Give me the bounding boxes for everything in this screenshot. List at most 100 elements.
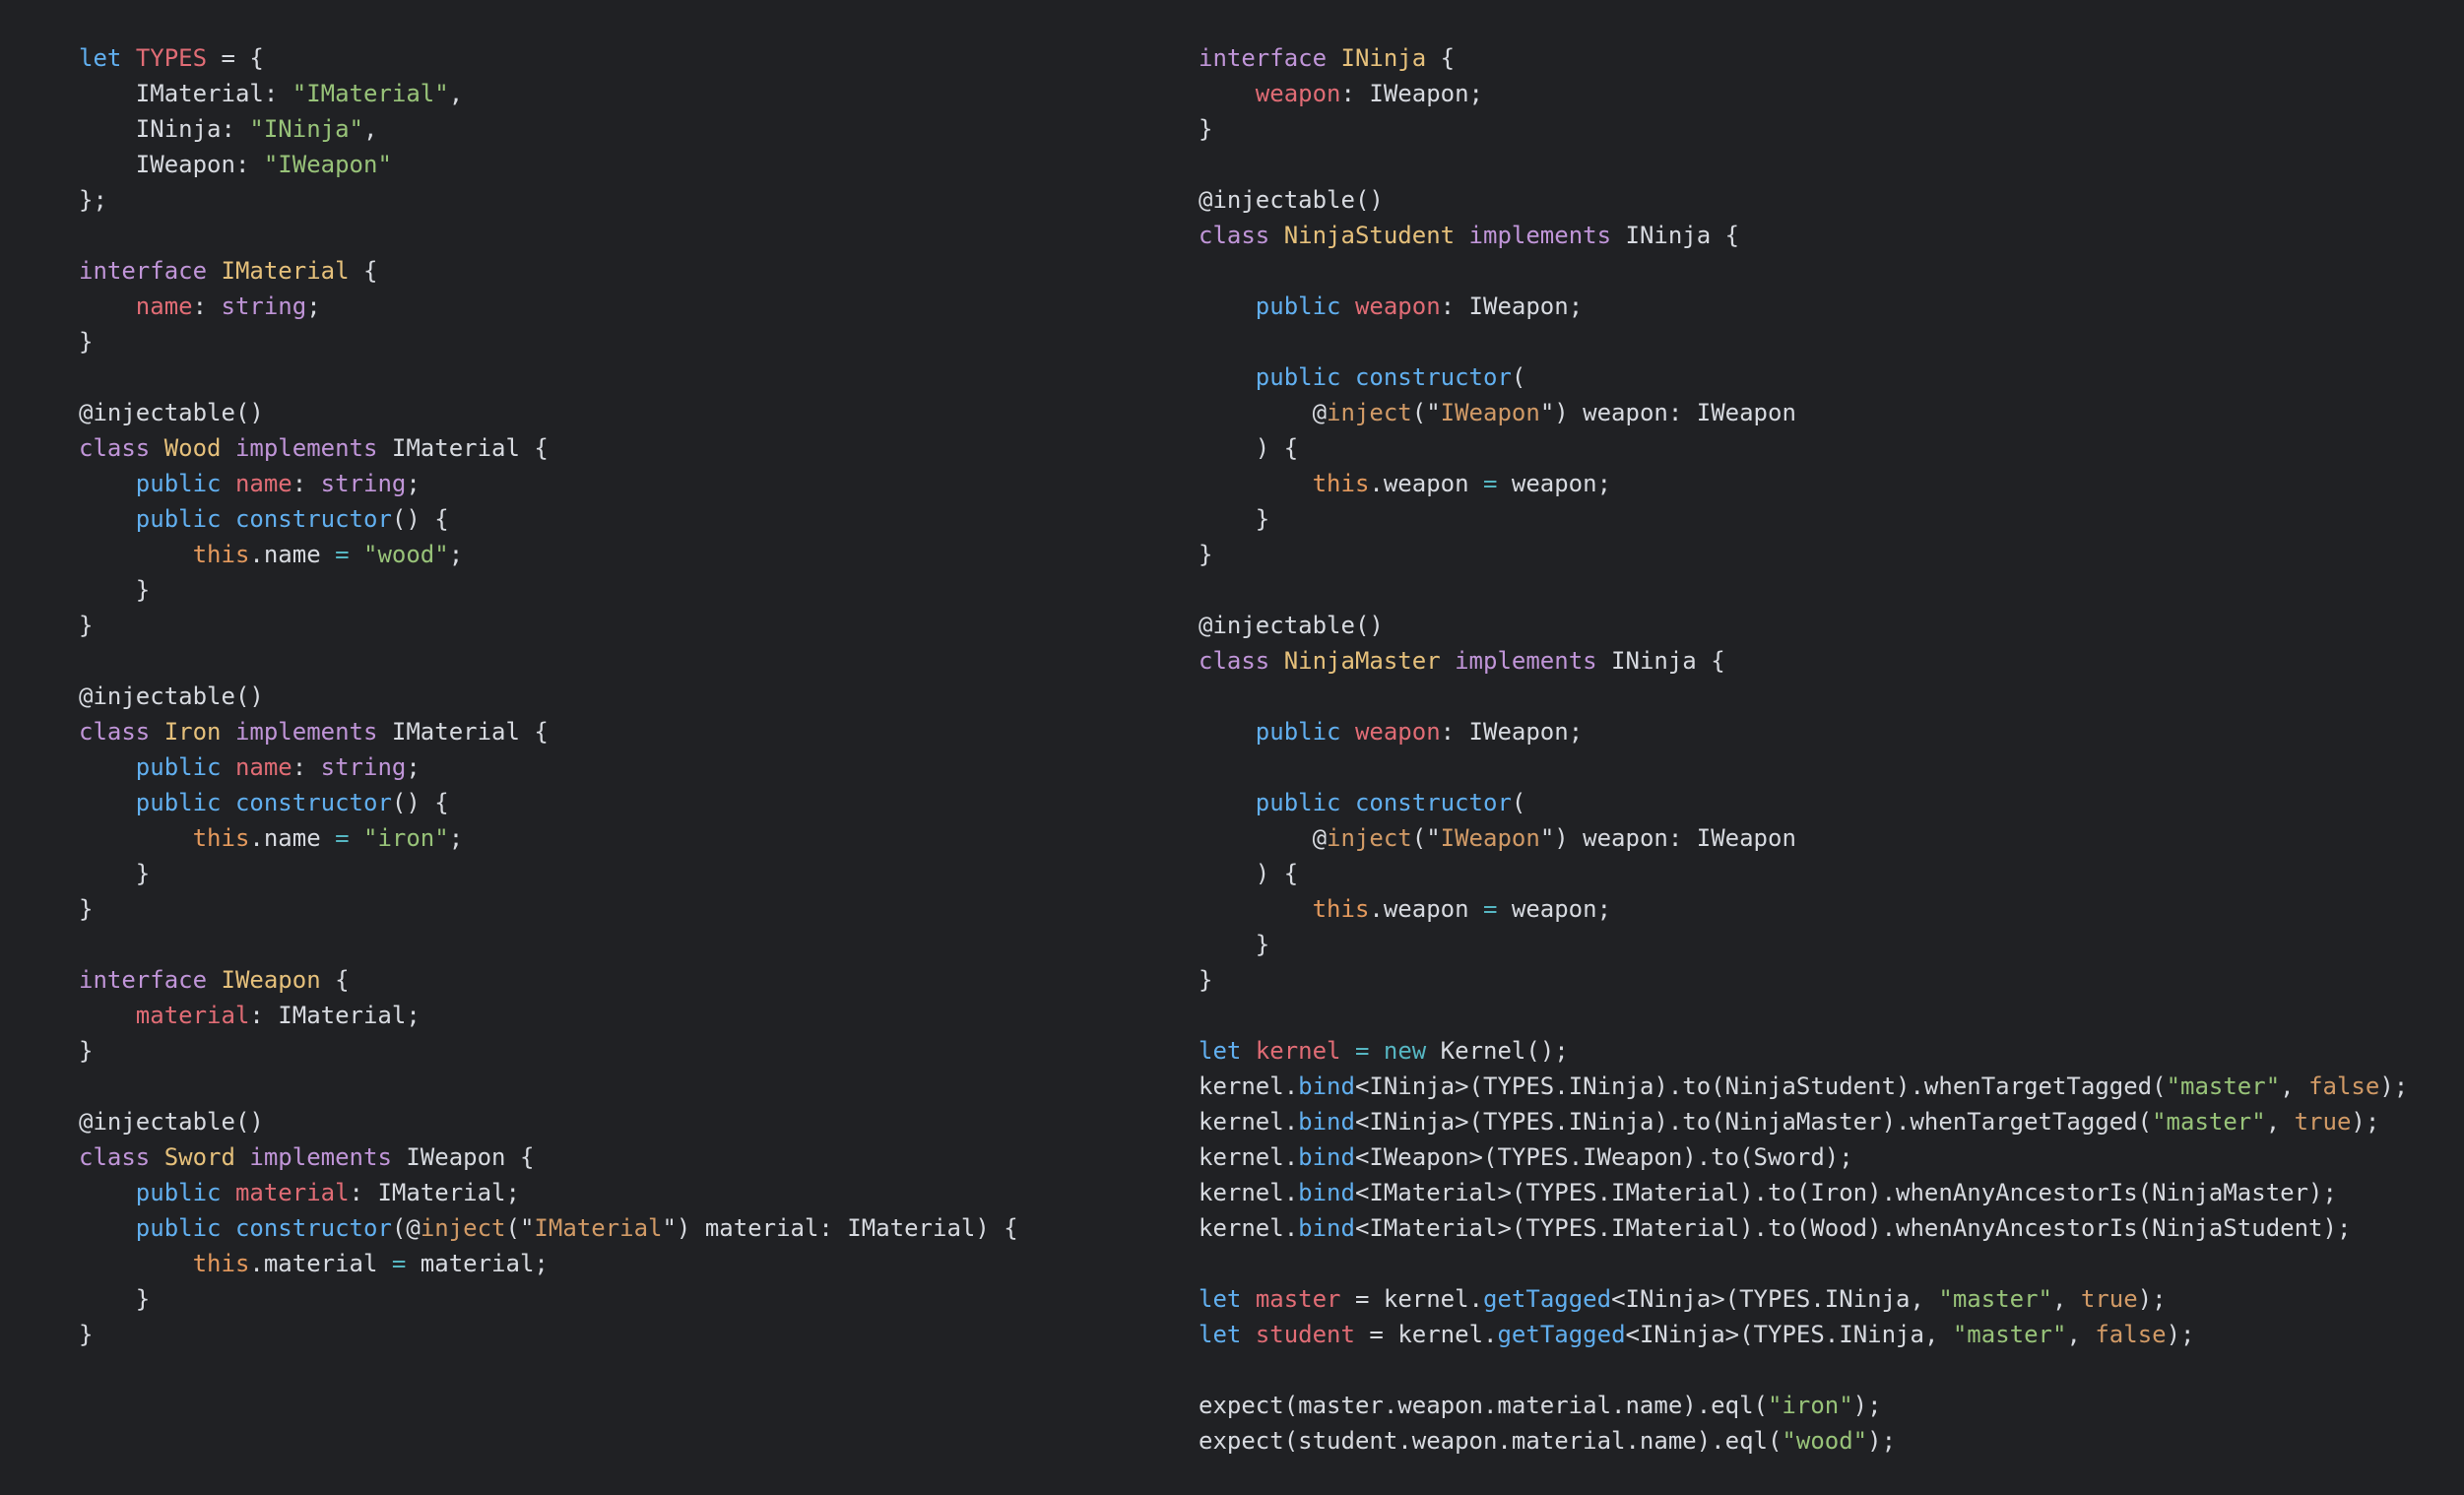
code-token: }	[1199, 541, 1213, 568]
code-token: implements	[249, 1143, 392, 1171]
code-token: kernel	[1255, 1037, 1341, 1065]
code-token: constructor	[234, 789, 392, 816]
code-token: public	[135, 753, 222, 781]
code-line: this.weapon = weapon;	[1199, 891, 2408, 927]
code-line: @injectable()	[1199, 608, 2408, 643]
code-token: );	[2351, 1108, 2380, 1136]
code-line: @inject("IWeapon") weapon: IWeapon	[1199, 395, 2408, 430]
code-token: constructor	[234, 1214, 392, 1242]
code-token: IWeapon:	[79, 151, 264, 178]
code-line: class NinjaStudent implements INinja {	[1199, 218, 2408, 253]
code-token: ("	[1411, 824, 1441, 852]
code-line: class Wood implements IMaterial {	[79, 430, 1018, 466]
code-token: }	[79, 1037, 94, 1065]
code-line: class Iron implements IMaterial {	[79, 714, 1018, 749]
code-line: }	[79, 572, 1018, 608]
code-token: "iron"	[363, 824, 449, 852]
code-token: = {	[207, 44, 264, 72]
code-editor[interactable]: let TYPES = { IMaterial: "IMaterial", IN…	[0, 0, 2464, 1495]
code-token: bind	[1298, 1143, 1355, 1171]
code-token: }	[1199, 931, 1270, 958]
code-token: .weapon	[1369, 895, 1483, 923]
code-token: inject	[420, 1214, 506, 1242]
code-token: ;	[448, 541, 464, 568]
code-token: );	[1867, 1427, 1897, 1455]
code-token: =	[391, 1250, 407, 1277]
code-token: <INinja>(TYPES.INinja).to(NinjaStudent).…	[1354, 1072, 2167, 1100]
code-line: kernel.bind<INinja>(TYPES.INinja).to(Nin…	[1199, 1069, 2408, 1104]
code-token: constructor	[1354, 789, 1512, 816]
code-token: <IMaterial>(TYPES.IMaterial).to(Wood).wh…	[1354, 1214, 2352, 1242]
code-token: name	[234, 470, 292, 497]
code-line: expect(master.weapon.material.name).eql(…	[1199, 1388, 2408, 1423]
code-token: constructor	[1354, 363, 1512, 391]
code-token: =	[335, 541, 350, 568]
code-token: public	[1255, 718, 1341, 746]
code-token: master	[1255, 1285, 1341, 1313]
code-line: @injectable()	[79, 679, 1018, 714]
code-line: };	[79, 182, 1018, 218]
code-token: ,	[2052, 1285, 2081, 1313]
code-column-right[interactable]: interface INinja { weapon : IWeapon;} @in…	[1199, 40, 2408, 1459]
code-token: TYPES	[135, 44, 208, 72]
code-token: interface	[79, 966, 208, 994]
code-line: let master = kernel.getTagged<INinja>(TY…	[1199, 1281, 2408, 1317]
code-token: implements	[1455, 647, 1597, 675]
code-line: public constructor() {	[79, 785, 1018, 820]
code-token: weapon	[1354, 718, 1441, 746]
code-token: kernel.	[1199, 1072, 1299, 1100]
code-token: ;	[448, 824, 464, 852]
code-token: implements	[234, 718, 378, 746]
code-token: IWeapon	[1440, 824, 1540, 852]
code-token: this	[1312, 895, 1370, 923]
code-line: class NinjaMaster implements INinja {	[1199, 643, 2408, 679]
code-token: constructor	[234, 505, 392, 533]
code-line: interface IWeapon {	[79, 962, 1018, 998]
code-line: interface INinja {	[1199, 40, 2408, 76]
code-token: NinjaStudent	[1283, 222, 1456, 249]
code-line: class Sword implements IWeapon {	[79, 1139, 1018, 1175]
code-token: ,	[448, 80, 464, 107]
code-token: ("	[1411, 399, 1441, 426]
code-line: interface IMaterial {	[79, 253, 1018, 289]
code-token: }	[79, 860, 151, 887]
code-token: }	[1199, 115, 1213, 143]
code-token: : IWeapon;	[1440, 292, 1584, 320]
code-token: ,	[2265, 1108, 2295, 1136]
code-line: public weapon: IWeapon;	[1199, 714, 2408, 749]
code-token: "wood"	[1782, 1427, 1868, 1455]
code-token: .weapon	[1369, 470, 1483, 497]
code-line: ) {	[1199, 856, 2408, 891]
code-token: =	[335, 824, 350, 852]
code-token: "IWeapon"	[263, 151, 392, 178]
code-token: {	[1426, 44, 1456, 72]
code-token: true	[2294, 1108, 2352, 1136]
code-token: expect(master.weapon.material.name).eql(	[1199, 1392, 1768, 1419]
code-token: public	[1255, 292, 1341, 320]
code-token: {	[349, 257, 378, 285]
code-token: true	[2080, 1285, 2138, 1313]
code-column-left[interactable]: let TYPES = { IMaterial: "IMaterial", IN…	[79, 40, 1018, 1352]
code-token: }	[1199, 966, 1213, 994]
code-line: kernel.bind<INinja>(TYPES.INinja).to(Nin…	[1199, 1104, 2408, 1139]
code-token: material	[234, 1179, 350, 1206]
code-line: @inject("IWeapon") weapon: IWeapon	[1199, 820, 2408, 856]
